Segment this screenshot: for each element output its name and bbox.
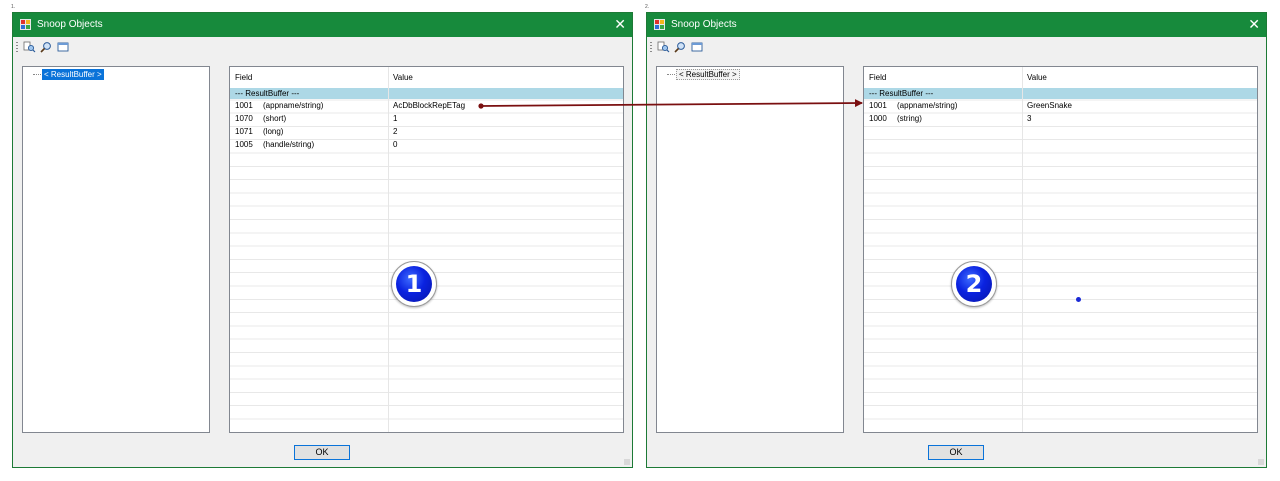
field-code: 1001 [869, 101, 887, 110]
resize-grip[interactable] [624, 459, 630, 465]
ok-button[interactable]: OK [294, 445, 350, 460]
field-value: 0 [393, 140, 398, 149]
table-row[interactable]: 1001 (appname/string) GreenSnake [864, 100, 1257, 112]
field-type: (short) [263, 114, 287, 123]
title-bar[interactable]: Snoop Objects ✕ [13, 13, 632, 37]
field-type: (appname/string) [897, 101, 958, 110]
window-title: Snoop Objects [671, 19, 737, 30]
object-tree[interactable]: < ResultBuffer > [22, 66, 210, 433]
step-badge-2: 2 [951, 261, 997, 307]
tree-node-resultbuffer[interactable]: < ResultBuffer > [676, 69, 740, 80]
find-icon[interactable] [674, 41, 687, 53]
tree-connector [33, 74, 41, 75]
grid-header: Field Value [230, 67, 623, 87]
snoop-objects-window-1: Snoop Objects ✕ < ResultBuffer > Field V… [12, 12, 633, 468]
field-code: 1001 [235, 101, 253, 110]
property-grid[interactable]: Field Value --- ResultBuffer --- 1001 (a… [863, 66, 1258, 433]
column-header-field[interactable]: Field [235, 73, 252, 82]
toolbar-grip[interactable] [650, 42, 652, 53]
field-value: 3 [1027, 114, 1032, 123]
column-divider[interactable] [388, 67, 389, 432]
column-header-value[interactable]: Value [1027, 73, 1047, 82]
window-title: Snoop Objects [37, 19, 103, 30]
snoop-objects-window-2: Snoop Objects ✕ < ResultBuffer > Field V… [646, 12, 1267, 468]
object-tree[interactable]: < ResultBuffer > [656, 66, 844, 433]
field-code: 1071 [235, 127, 253, 136]
column-header-field[interactable]: Field [869, 73, 886, 82]
table-row[interactable]: 1005 (handle/string) 0 [230, 139, 623, 151]
table-row[interactable]: 1071 (long) 2 [230, 126, 623, 138]
field-value: AcDbBlockRepETag [393, 101, 466, 110]
window-icon[interactable] [57, 41, 70, 53]
tree-connector [667, 74, 675, 75]
field-value: GreenSnake [1027, 101, 1072, 110]
field-code: 1070 [235, 114, 253, 123]
column-divider[interactable] [1022, 67, 1023, 432]
app-icon [654, 19, 665, 30]
toolbar-grip[interactable] [16, 42, 18, 53]
snoop-icon[interactable] [23, 41, 36, 53]
group-row[interactable]: --- ResultBuffer --- [230, 88, 623, 99]
group-row[interactable]: --- ResultBuffer --- [864, 88, 1257, 99]
badge-number: 2 [956, 266, 992, 302]
table-row[interactable]: 1001 (appname/string) AcDbBlockRepETag [230, 100, 623, 112]
field-value: 2 [393, 127, 398, 136]
group-label: --- ResultBuffer --- [235, 89, 300, 98]
field-type: (handle/string) [263, 140, 315, 149]
grid-header: Field Value [864, 67, 1257, 87]
field-value: 1 [393, 114, 398, 123]
field-type: (string) [897, 114, 922, 123]
field-code: 1005 [235, 140, 253, 149]
window-icon[interactable] [691, 41, 704, 53]
resize-grip[interactable] [1258, 459, 1264, 465]
tree-node-resultbuffer[interactable]: < ResultBuffer > [42, 69, 104, 80]
field-type: (appname/string) [263, 101, 324, 110]
field-code: 1000 [869, 114, 887, 123]
snoop-icon[interactable] [657, 41, 670, 53]
property-grid[interactable]: Field Value --- ResultBuffer --- 1001 (a… [229, 66, 624, 433]
find-icon[interactable] [40, 41, 53, 53]
column-header-value[interactable]: Value [393, 73, 413, 82]
toolbar [13, 39, 632, 55]
grid-rows-background [864, 87, 1257, 432]
group-label: --- ResultBuffer --- [869, 89, 934, 98]
app-icon [20, 19, 31, 30]
toolbar [647, 39, 1266, 55]
close-button[interactable]: ✕ [614, 16, 626, 32]
panel-label-2: 2. [645, 4, 650, 10]
badge-number: 1 [396, 266, 432, 302]
cursor-dot [1076, 297, 1081, 302]
field-type: (long) [263, 127, 284, 136]
ok-button[interactable]: OK [928, 445, 984, 460]
close-button[interactable]: ✕ [1248, 16, 1260, 32]
panel-label-1: 1. [11, 4, 16, 10]
table-row[interactable]: 1000 (string) 3 [864, 113, 1257, 125]
title-bar[interactable]: Snoop Objects ✕ [647, 13, 1266, 37]
step-badge-1: 1 [391, 261, 437, 307]
table-row[interactable]: 1070 (short) 1 [230, 113, 623, 125]
